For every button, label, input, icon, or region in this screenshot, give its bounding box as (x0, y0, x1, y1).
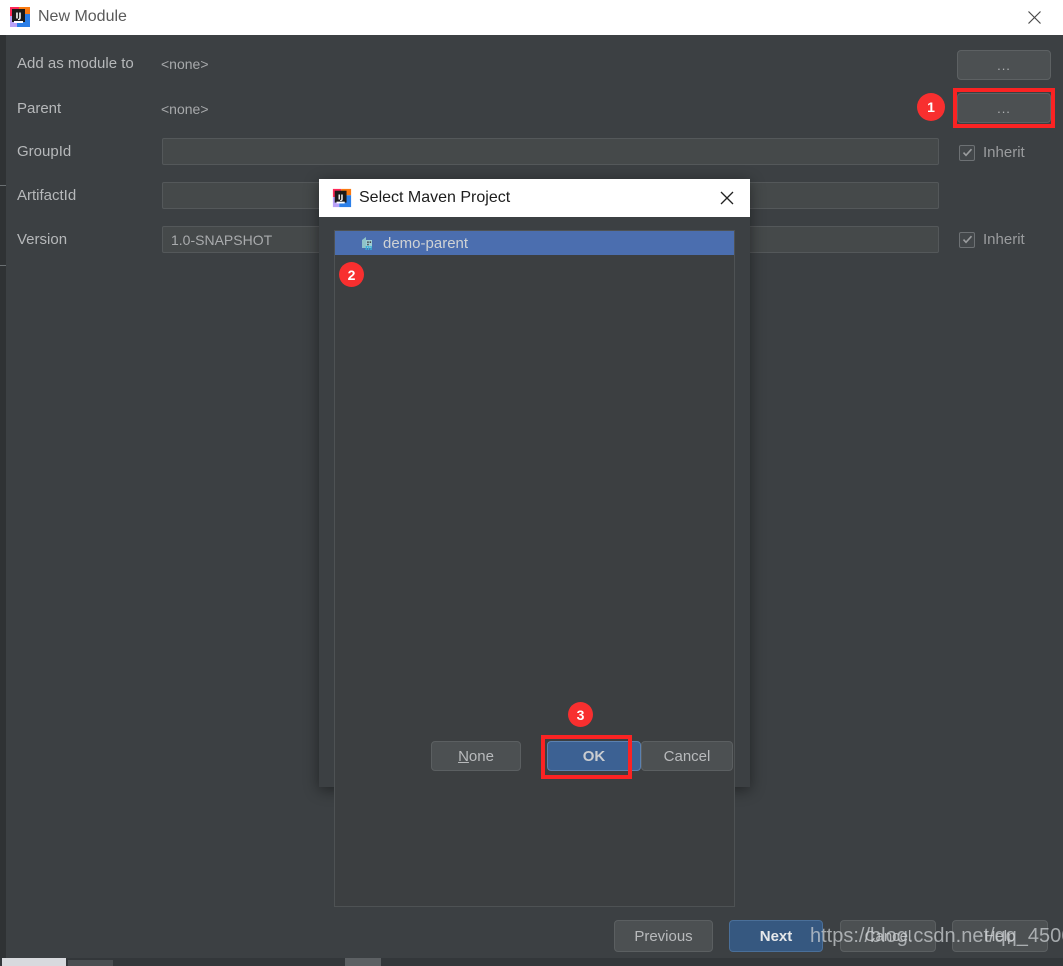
version-inherit-label: Inherit (983, 231, 1025, 248)
window-left-edge-seam (0, 185, 6, 186)
svg-text:m: m (365, 243, 372, 251)
svg-text:IJ: IJ (16, 12, 22, 21)
taskbar-sliver (0, 958, 1063, 966)
svg-text:IJ: IJ (338, 192, 344, 201)
add-as-module-to-browse-button[interactable]: ... (957, 50, 1051, 80)
label-artifactid: ArtifactId (17, 187, 77, 204)
taskbar-item-3 (345, 958, 381, 966)
none-button-label-rest: one (468, 747, 494, 765)
taskbar-item-1 (2, 958, 66, 966)
maven-project-list[interactable]: m demo-parent (334, 230, 735, 907)
label-version: Version (17, 231, 68, 248)
intellij-idea-logo-icon: IJ (9, 6, 31, 28)
label-parent: Parent (17, 100, 62, 117)
dialog-titlebar: IJ Select Maven Project (319, 179, 750, 217)
list-item-label: demo-parent (383, 234, 469, 252)
parent-browse-button[interactable]: ... (957, 93, 1051, 123)
annotation-badge-1: 1 (917, 93, 945, 121)
checkmark-icon (959, 231, 975, 248)
taskbar-item-2 (68, 960, 113, 966)
intellij-idea-logo-icon: IJ (332, 188, 352, 208)
none-button[interactable]: None (431, 741, 521, 771)
label-groupid: GroupId (17, 143, 72, 160)
ok-button[interactable]: OK (547, 741, 641, 771)
value-parent: <none> (161, 101, 209, 117)
checkmark-icon (959, 144, 975, 161)
previous-button[interactable]: Previous (614, 920, 713, 952)
groupid-inherit-checkbox[interactable]: Inherit (959, 144, 1025, 161)
dialog-cancel-button[interactable]: Cancel (641, 741, 733, 771)
select-maven-project-dialog: IJ Select Maven Project m demo-parent N … (319, 179, 750, 907)
dialog-title: Select Maven Project (359, 189, 511, 206)
none-button-mnemonic: N (458, 747, 469, 765)
value-add-as-module-to: <none> (161, 56, 209, 72)
window-close-icon[interactable] (1011, 0, 1057, 35)
next-button[interactable]: Next (729, 920, 823, 952)
window-title: New Module (38, 8, 127, 25)
groupid-input[interactable] (162, 138, 939, 165)
window-left-edge-seam-2 (0, 265, 6, 266)
maven-module-icon: m (360, 235, 376, 252)
help-button[interactable]: Help (952, 920, 1048, 952)
window-left-edge (0, 35, 6, 966)
cancel-button[interactable]: Cancel (840, 920, 936, 952)
groupid-inherit-label: Inherit (983, 144, 1025, 161)
label-add-as-module-to: Add as module to (17, 55, 134, 72)
dialog-close-icon[interactable] (716, 187, 738, 209)
list-item[interactable]: m demo-parent (335, 231, 734, 255)
version-inherit-checkbox[interactable]: Inherit (959, 231, 1025, 248)
new-module-window: IJ New Module Add as module to <none> ..… (0, 0, 1063, 966)
window-titlebar: IJ New Module (0, 0, 1063, 35)
